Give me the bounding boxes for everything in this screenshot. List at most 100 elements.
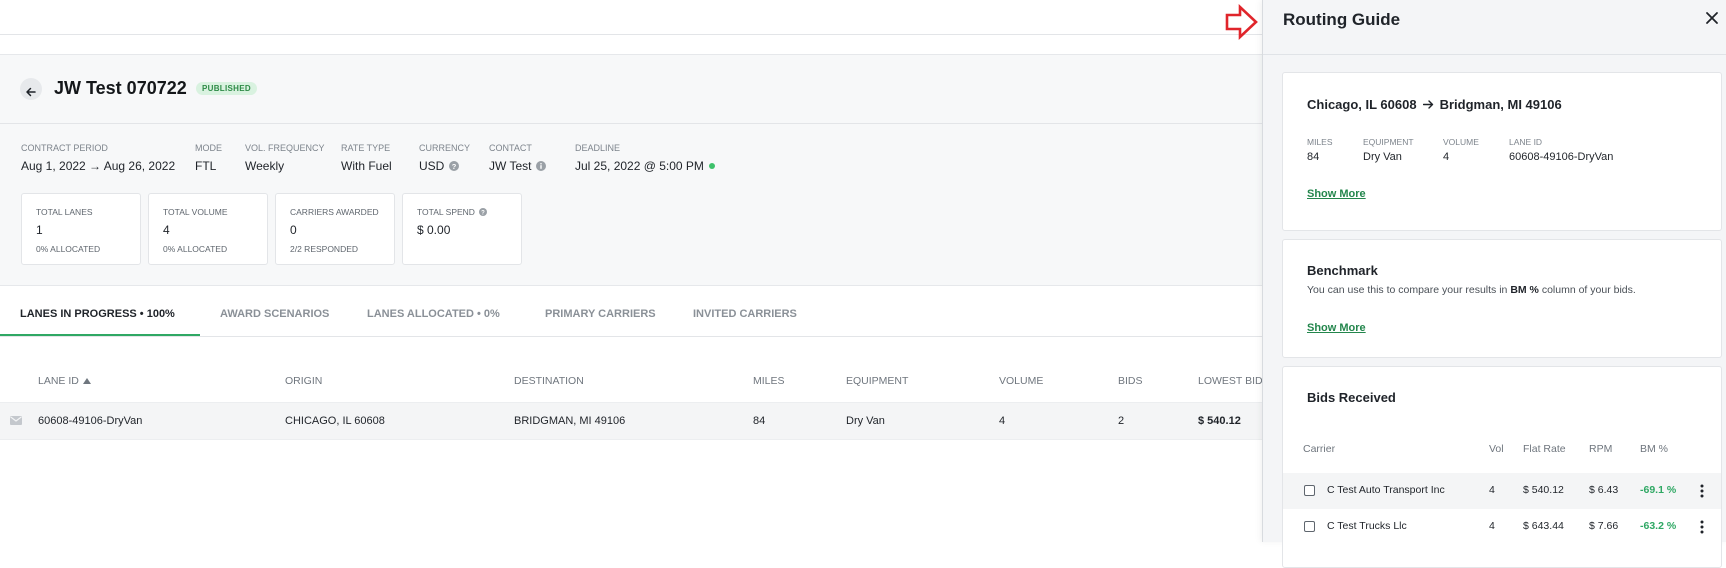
cell-miles: 84 — [753, 415, 766, 427]
column-header-lane-id[interactable]: LANE ID — [38, 375, 91, 387]
column-header-equipment[interactable]: EQUIPMENT — [846, 375, 908, 387]
tab-invited-carriers[interactable]: INVITED CARRIERS — [693, 308, 797, 320]
meta-label: DEADLINE — [575, 143, 621, 153]
stat-card-total-spend: TOTAL SPEND ? $ 0.00 — [402, 193, 522, 265]
arrow-right-icon — [1422, 100, 1433, 109]
bid-bm: -63.2 % — [1640, 520, 1677, 532]
route-meta-value: 60608-49106-DryVan — [1509, 151, 1614, 163]
arrow-right-icon — [1225, 4, 1258, 40]
bid-row[interactable]: C Test Auto Transport Inc 4 $ 540.12 $ 6… — [1283, 473, 1721, 509]
bid-flat-rate: $ 643.44 — [1523, 520, 1564, 532]
stat-label: TOTAL VOLUME — [163, 207, 228, 217]
sort-ascending-icon — [82, 378, 91, 384]
table-row[interactable]: 60608-49106-DryVan CHICAGO, IL 60608 BRI… — [0, 402, 1262, 440]
meta-currency: CURRENCY USD ? — [419, 143, 470, 173]
close-button[interactable] — [1704, 10, 1720, 26]
meta-label: CONTACT — [489, 143, 532, 153]
more-vertical-icon[interactable] — [1698, 519, 1706, 535]
meta-value: FTL — [195, 159, 217, 173]
route-title: Chicago, IL 60608 Bridgman, MI 49106 — [1307, 97, 1562, 112]
cell-volume: 4 — [999, 415, 1006, 427]
route-meta-value: 84 — [1307, 151, 1320, 163]
contract-title-row: JW Test 070722 PUBLISHED — [0, 55, 1262, 124]
help-icon[interactable]: ? — [478, 208, 487, 216]
stat-sub: 0% ALLOCATED — [36, 244, 101, 254]
meta-value: Aug 1, 2022 → Aug 26, 2022 — [21, 159, 176, 173]
route-meta-value: 4 — [1443, 151, 1450, 163]
more-vertical-icon[interactable] — [1698, 483, 1706, 499]
route-meta-miles: MILES 84 — [1307, 137, 1333, 163]
help-icon[interactable]: ? — [449, 161, 460, 171]
route-origin: Chicago, IL 60608 — [1307, 97, 1417, 112]
status-dot — [708, 163, 715, 169]
tab-award-scenarios[interactable]: AWARD SCENARIOS — [220, 308, 329, 320]
stat-card-total-lanes: TOTAL LANES 1 0% ALLOCATED — [21, 193, 141, 265]
column-header-destination[interactable]: DESTINATION — [514, 375, 584, 387]
bid-row[interactable]: C Test Trucks Llc 4 $ 643.44 $ 7.66 -63.… — [1283, 509, 1721, 545]
route-meta-label: EQUIPMENT — [1363, 137, 1414, 147]
bid-bm: -69.1 % — [1640, 484, 1677, 496]
benchmark-card: Benchmark You can use this to compare yo… — [1282, 239, 1722, 358]
meta-value: JW Test — [489, 159, 532, 173]
routing-guide-panel: Routing Guide Chicago, IL 60608 Bridgman… — [1262, 0, 1726, 568]
benchmark-desc-text: column of your bids. — [1538, 284, 1636, 296]
bids-title: Bids Received — [1307, 390, 1396, 405]
column-header-lowest-bid[interactable]: LOWEST BID — [1198, 375, 1263, 387]
meta-rate-type: RATE TYPE With Fuel — [341, 143, 392, 173]
tab-primary-carriers[interactable]: PRIMARY CARRIERS — [545, 308, 656, 320]
column-header-bids[interactable]: BIDS — [1118, 375, 1143, 387]
bid-carrier: C Test Trucks Llc — [1327, 520, 1407, 532]
route-meta-lane-id: LANE ID 60608-49106-DryVan — [1509, 137, 1613, 163]
route-meta-label: LANE ID — [1509, 137, 1543, 147]
svg-text:?: ? — [452, 162, 457, 171]
cell-bids: 2 — [1118, 415, 1125, 427]
stat-label: TOTAL LANES — [36, 207, 93, 217]
route-meta-label: VOLUME — [1443, 137, 1479, 147]
cell-lowest-bid: $ 540.12 — [1198, 415, 1241, 427]
column-header-origin[interactable]: ORIGIN — [285, 375, 322, 387]
meta-label: VOL. FREQUENCY — [245, 143, 325, 153]
bid-rpm: $ 6.43 — [1589, 484, 1619, 496]
cell-equipment: Dry Van — [846, 415, 885, 427]
cell-destination: BRIDGMAN, MI 49106 — [514, 415, 626, 427]
route-destination: Bridgman, MI 49106 — [1439, 97, 1562, 112]
bids-header-carrier: Carrier — [1303, 443, 1336, 455]
bids-header-flat-rate: Flat Rate — [1523, 443, 1566, 455]
bids-header-rpm: RPM — [1589, 443, 1613, 455]
panel-divider — [1263, 54, 1726, 55]
benchmark-title: Benchmark — [1307, 263, 1378, 278]
route-meta-equipment: EQUIPMENT Dry Van — [1363, 137, 1414, 163]
bid-vol: 4 — [1489, 484, 1495, 496]
mail-icon[interactable] — [10, 416, 22, 425]
contract-title: JW Test 070722 — [54, 78, 187, 98]
bid-checkbox[interactable] — [1304, 521, 1315, 532]
cell-origin: CHICAGO, IL 60608 — [285, 415, 385, 427]
benchmark-desc-text: You can use this to compare your results… — [1307, 284, 1511, 296]
back-button[interactable] — [20, 78, 42, 100]
meta-contract-period: CONTRACT PERIOD Aug 1, 2022 → Aug 26, 20… — [21, 143, 175, 173]
meta-label: MODE — [195, 143, 222, 153]
bid-rpm: $ 7.66 — [1589, 520, 1619, 532]
stat-label: TOTAL SPEND — [417, 207, 475, 217]
tab-lanes-in-progress[interactable]: LANES IN PROGRESS • 100% — [20, 308, 175, 320]
meta-value: USD — [419, 159, 445, 173]
meta-label: RATE TYPE — [341, 143, 391, 153]
stat-value: 4 — [163, 223, 170, 237]
bid-checkbox[interactable] — [1304, 485, 1315, 496]
bids-received-card: Bids Received Carrier Vol Flat Rate RPM … — [1282, 366, 1722, 568]
stat-label: CARRIERS AWARDED — [290, 207, 379, 217]
stat-card-total-volume: TOTAL VOLUME 4 0% ALLOCATED — [148, 193, 268, 265]
column-header-miles[interactable]: MILES — [753, 375, 785, 387]
column-header-label: LANE ID — [38, 375, 79, 387]
column-header-volume[interactable]: VOLUME — [999, 375, 1043, 387]
info-icon[interactable] — [536, 161, 547, 171]
show-more-link[interactable]: Show More — [1307, 188, 1366, 200]
show-more-link[interactable]: Show More — [1307, 322, 1366, 334]
tab-lanes-allocated[interactable]: LANES ALLOCATED • 0% — [367, 308, 500, 320]
route-card: Chicago, IL 60608 Bridgman, MI 49106 MIL… — [1282, 72, 1722, 231]
contract-header: JW Test 070722 PUBLISHED CONTRACT PERIOD… — [0, 54, 1262, 286]
meta-value: With Fuel — [341, 159, 392, 173]
top-bar — [0, 0, 1262, 35]
meta-label: CURRENCY — [419, 143, 471, 153]
tab-bar: LANES IN PROGRESS • 100% AWARD SCENARIOS… — [0, 286, 1262, 337]
